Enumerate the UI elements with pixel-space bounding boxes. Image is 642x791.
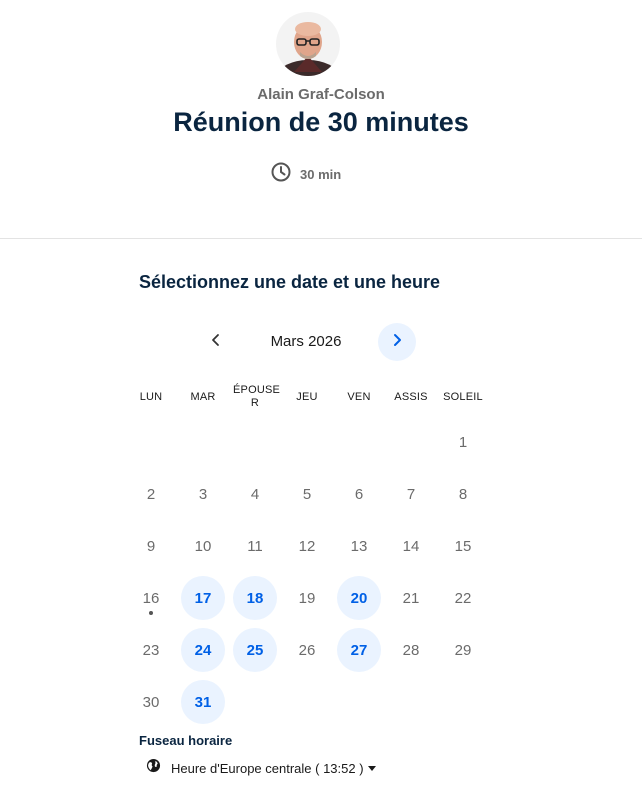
today-indicator	[149, 611, 153, 615]
calendar-cell: 3	[177, 468, 229, 520]
available-day-button[interactable]: 25	[233, 628, 277, 672]
unavailable-day: 26	[298, 641, 316, 659]
weekday-label: MAR	[190, 391, 216, 403]
calendar-cell: 21	[385, 572, 437, 624]
host-name: Alain Graf-Colson	[257, 86, 385, 103]
duration-text: 30 min	[300, 166, 342, 182]
next-month-button[interactable]	[378, 323, 416, 361]
chevron-right-icon	[390, 333, 404, 352]
calendar-cell: 31	[177, 676, 229, 728]
unavailable-day: 15	[454, 537, 472, 555]
section-divider	[0, 238, 642, 239]
timezone-selector[interactable]: Heure d'Europe centrale ( 13:52 )	[146, 757, 376, 779]
calendar-cell: 30	[125, 676, 177, 728]
unavailable-day: 8	[458, 485, 468, 503]
available-day-button[interactable]: 27	[337, 628, 381, 672]
unavailable-day: 19	[298, 589, 316, 607]
calendar-cell: 9	[125, 520, 177, 572]
month-label: Mars 2026	[270, 333, 342, 350]
available-day-button[interactable]: 31	[181, 680, 225, 724]
event-header: Alain Graf-Colson Réunion de 30 minutes …	[0, 0, 642, 238]
weekday-label: ÉPOUSE R	[233, 384, 281, 409]
globe-icon	[146, 758, 161, 778]
unavailable-day: 21	[402, 589, 420, 607]
host-avatar	[276, 12, 340, 76]
unavailable-day: 13	[350, 537, 368, 555]
calendar-cell: 1	[437, 416, 489, 468]
calendar-cell: 5	[281, 468, 333, 520]
event-title: Réunion de 30 minutes	[173, 107, 469, 137]
calendar-cell: 15	[437, 520, 489, 572]
timezone-value: Heure d'Europe centrale ( 13:52 )	[171, 760, 364, 776]
calendar-cell: 4	[229, 468, 281, 520]
calendar-cell: 26	[281, 624, 333, 676]
calendar-cell: 27	[333, 624, 385, 676]
calendar-cell: 19	[281, 572, 333, 624]
weekday-label: LUN	[139, 391, 163, 403]
calendar-cell: 14	[385, 520, 437, 572]
available-day-button[interactable]: 17	[181, 576, 225, 620]
available-day-button[interactable]: 20	[337, 576, 381, 620]
chevron-left-icon	[209, 333, 223, 352]
calendar-cell: 2	[125, 468, 177, 520]
empty-cell	[333, 416, 385, 468]
calendar-cell: 20	[333, 572, 385, 624]
caret-down-icon	[367, 765, 376, 771]
weekday-label: JEU	[296, 391, 318, 403]
calendar-cell: 12	[281, 520, 333, 572]
unavailable-day: 9	[146, 537, 156, 555]
calendar-cell: 25	[229, 624, 281, 676]
unavailable-day: 6	[354, 485, 364, 503]
calendar-cell: 11	[229, 520, 281, 572]
empty-cell	[125, 416, 177, 468]
unavailable-day: 5	[302, 485, 312, 503]
calendar-cell: 13	[333, 520, 385, 572]
unavailable-day: 2	[146, 485, 156, 503]
month-navigation: Mars 2026	[190, 322, 430, 362]
calendar-cell: 24	[177, 624, 229, 676]
weekday-header: LUN MAR ÉPOUSE R JEU VEN ASSIS SOLEIL	[125, 384, 489, 410]
unavailable-day: 14	[402, 537, 420, 555]
empty-cell	[385, 416, 437, 468]
calendar-cell: 10	[177, 520, 229, 572]
calendar-cell: 28	[385, 624, 437, 676]
unavailable-day: 22	[454, 589, 472, 607]
unavailable-day: 23	[142, 641, 160, 659]
unavailable-day: 7	[406, 485, 416, 503]
unavailable-day: 10	[194, 537, 212, 555]
available-day-button[interactable]: 18	[233, 576, 277, 620]
calendar-cell: 7	[385, 468, 437, 520]
calendar-cell: 29	[437, 624, 489, 676]
picker-title: Sélectionnez une date et une heure	[139, 272, 441, 292]
weekday-label: VEN	[347, 391, 371, 403]
timezone-label: Fuseau horaire	[139, 733, 233, 748]
calendar-grid: 1 2 3 4 5 6 7 8 9 10 11 12 13 14 15 16 17 18 19 20 21 22 23 24 2…	[125, 416, 489, 728]
unavailable-day: 30	[142, 693, 160, 711]
clock-icon	[270, 161, 292, 188]
empty-cell	[281, 416, 333, 468]
calendar-cell: 8	[437, 468, 489, 520]
unavailable-day: 12	[298, 537, 316, 555]
empty-cell	[229, 416, 281, 468]
calendar-cell: 22	[437, 572, 489, 624]
unavailable-day: 11	[247, 537, 263, 555]
previous-month-button[interactable]	[196, 322, 236, 362]
calendar-cell: 16	[125, 572, 177, 624]
unavailable-day: 28	[402, 641, 420, 659]
unavailable-day: 1	[458, 433, 468, 451]
empty-cell	[177, 416, 229, 468]
unavailable-day: 4	[250, 485, 260, 503]
calendar-cell: 6	[333, 468, 385, 520]
available-day-button[interactable]: 24	[181, 628, 225, 672]
calendar-cell: 18	[229, 572, 281, 624]
calendar-cell: 23	[125, 624, 177, 676]
unavailable-day: 3	[198, 485, 208, 503]
weekday-label: SOLEIL	[443, 391, 483, 403]
calendar-cell: 17	[177, 572, 229, 624]
unavailable-day: 29	[454, 641, 472, 659]
weekday-label: ASSIS	[394, 391, 428, 403]
duration-info: 30 min	[270, 161, 342, 188]
